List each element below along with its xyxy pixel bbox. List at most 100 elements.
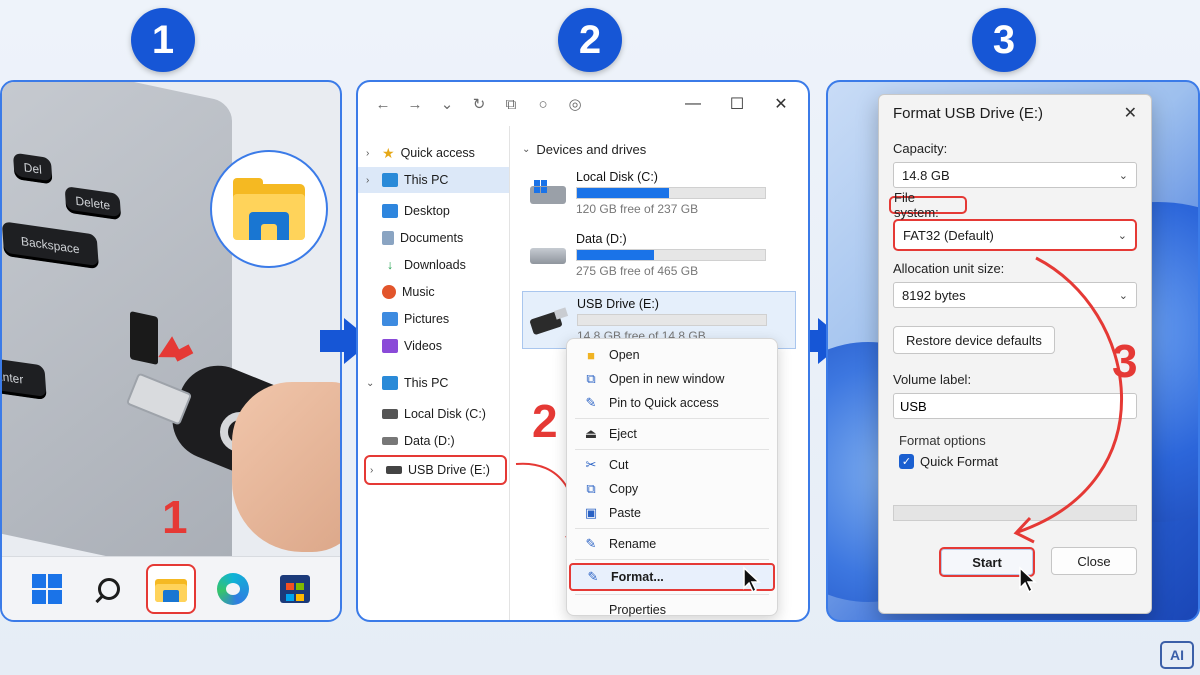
- devices-section-header[interactable]: ⌄ Devices and drives: [522, 142, 796, 157]
- nav-downloads[interactable]: ↓ Downloads: [358, 252, 509, 278]
- file-system-label: File system:: [889, 190, 967, 220]
- nav-videos[interactable]: Videos: [358, 333, 509, 359]
- store-button[interactable]: [270, 564, 320, 614]
- menu-cut[interactable]: ✂ Cut: [567, 453, 777, 477]
- hard-drive-icon: [530, 242, 566, 268]
- circle-icon[interactable]: ○: [528, 89, 558, 119]
- copy-icon: ⧉: [586, 481, 596, 496]
- mouse-cursor-icon: [743, 566, 761, 594]
- close-window-button[interactable]: ✕: [764, 89, 798, 119]
- key-backspace: Backspace: [2, 221, 99, 270]
- paste-icon: ▣: [584, 505, 598, 520]
- format-icon: ✎: [587, 569, 599, 584]
- pictures-icon: [382, 312, 398, 326]
- curved-arrow-icon: [1013, 256, 1123, 544]
- download-icon: ↓: [386, 258, 394, 272]
- windows-drive-icon: [530, 180, 566, 206]
- red-step-3: 3: [1112, 335, 1138, 387]
- dialog-title-bar: Format USB Drive (E:) ✕: [893, 95, 1137, 131]
- search-button[interactable]: [84, 564, 134, 614]
- menu-paste[interactable]: ▣ Paste: [567, 501, 777, 525]
- folder-icon: ■: [587, 347, 595, 363]
- drive-data[interactable]: Data (D:) 275 GB free of 465 GB: [522, 229, 796, 281]
- usb-icon: [386, 466, 402, 474]
- file-explorer-icon: [233, 178, 305, 240]
- file-system-select[interactable]: FAT32 (Default) ⌄: [893, 219, 1137, 251]
- usb-drive-icon: [529, 307, 569, 336]
- chevron-down-icon: ⌄: [1118, 169, 1128, 182]
- taskbar: [2, 556, 340, 620]
- menu-open[interactable]: ■ Open: [567, 343, 777, 367]
- close-icon[interactable]: ✕: [1124, 103, 1137, 123]
- red-step-2: 2: [532, 395, 558, 447]
- explorer-toolbar: ← → ⌄ ↻ ⧉ ○ ◎ — ☐ ✕: [358, 82, 808, 126]
- monitor-icon: [382, 376, 398, 390]
- capacity-label: Capacity:: [893, 140, 948, 156]
- file-explorer-taskbar-button[interactable]: [146, 563, 196, 614]
- expand-icon[interactable]: ⌄: [432, 89, 462, 119]
- nav-this-pc[interactable]: ⌄ This PC: [358, 370, 509, 396]
- step2-panel: ← → ⌄ ↻ ⧉ ○ ◎ — ☐ ✕ › ★ Quick access › T…: [356, 80, 810, 622]
- maximize-button[interactable]: ☐: [720, 89, 754, 119]
- menu-pin-quick-access[interactable]: ✎ Pin to Quick access: [567, 391, 777, 415]
- back-button[interactable]: ←: [368, 89, 398, 119]
- menu-rename[interactable]: ✎ Rename: [567, 532, 777, 556]
- eject-icon: ⏏: [584, 426, 598, 441]
- nav-desktop[interactable]: Desktop: [358, 198, 509, 224]
- forward-button[interactable]: →: [400, 89, 430, 119]
- key-enter: Enter: [2, 355, 47, 401]
- edge-button[interactable]: [208, 564, 258, 614]
- chevron-down-icon: ⌄: [522, 144, 531, 155]
- step-badge-2: 2: [558, 8, 622, 72]
- nav-usb-drive[interactable]: › USB Drive (E:): [364, 455, 507, 485]
- start-button[interactable]: [22, 564, 72, 614]
- usage-bar: [576, 187, 766, 199]
- refresh-icon[interactable]: ↻: [464, 89, 494, 119]
- windows-icon: [32, 573, 62, 604]
- nav-this-pc-top[interactable]: › This PC: [358, 167, 509, 193]
- rename-icon: ✎: [585, 536, 597, 551]
- target-icon[interactable]: ◎: [560, 89, 590, 119]
- store-icon: [280, 574, 310, 603]
- desktop-icon: [382, 204, 398, 218]
- minimize-button[interactable]: —: [676, 89, 710, 119]
- key-del: Del: [12, 152, 53, 185]
- nav-data-drive[interactable]: Data (D:): [358, 428, 509, 454]
- step3-panel: Format USB Drive (E:) ✕ Capacity: 14.8 G…: [826, 80, 1200, 622]
- close-button[interactable]: Close: [1051, 547, 1137, 575]
- search-icon: [98, 577, 120, 600]
- music-icon: [382, 285, 396, 299]
- star-icon: ★: [382, 144, 395, 161]
- pin-icon: ✎: [585, 395, 597, 410]
- usb-port: [130, 311, 158, 365]
- dialog-title: Format USB Drive (E:): [893, 104, 1044, 122]
- new-window-icon: ⧉: [586, 371, 596, 386]
- drive-d-icon: [382, 437, 398, 445]
- copy-path-icon[interactable]: ⧉: [496, 89, 526, 119]
- nav-local-disk[interactable]: Local Disk (C:): [358, 401, 509, 427]
- edge-icon: [217, 572, 249, 605]
- file-explorer-badge: [210, 150, 328, 268]
- key-delete: Delete: [64, 186, 121, 221]
- menu-copy[interactable]: ⧉ Copy: [567, 477, 777, 501]
- chevron-down-icon: ⌄: [1117, 229, 1127, 242]
- capacity-select[interactable]: 14.8 GB ⌄: [893, 162, 1137, 188]
- nav-documents[interactable]: Documents: [358, 225, 509, 251]
- drive-local-disk[interactable]: Local Disk (C:) 120 GB free of 237 GB: [522, 167, 796, 219]
- drive-c-icon: [382, 409, 398, 419]
- checkmark-icon: ✓: [899, 454, 914, 469]
- menu-properties[interactable]: Properties: [567, 598, 777, 620]
- scissors-icon: ✂: [585, 457, 597, 472]
- documents-icon: [382, 231, 394, 245]
- step-badge-1: 1: [131, 8, 195, 72]
- videos-icon: [382, 339, 398, 353]
- menu-eject[interactable]: ⏏ Eject: [567, 422, 777, 446]
- menu-open-new-window[interactable]: ⧉ Open in new window: [567, 367, 777, 391]
- nav-music[interactable]: Music: [358, 279, 509, 305]
- step1-panel: Del Delete Backspace Enter ift 1: [0, 80, 342, 622]
- nav-pictures[interactable]: Pictures: [358, 306, 509, 332]
- nav-quick-access[interactable]: › ★ Quick access: [358, 140, 509, 166]
- usage-bar: [577, 314, 767, 326]
- ai-watermark: AI: [1160, 641, 1194, 669]
- laptop-keyboard: Del Delete Backspace Enter ift: [2, 84, 185, 500]
